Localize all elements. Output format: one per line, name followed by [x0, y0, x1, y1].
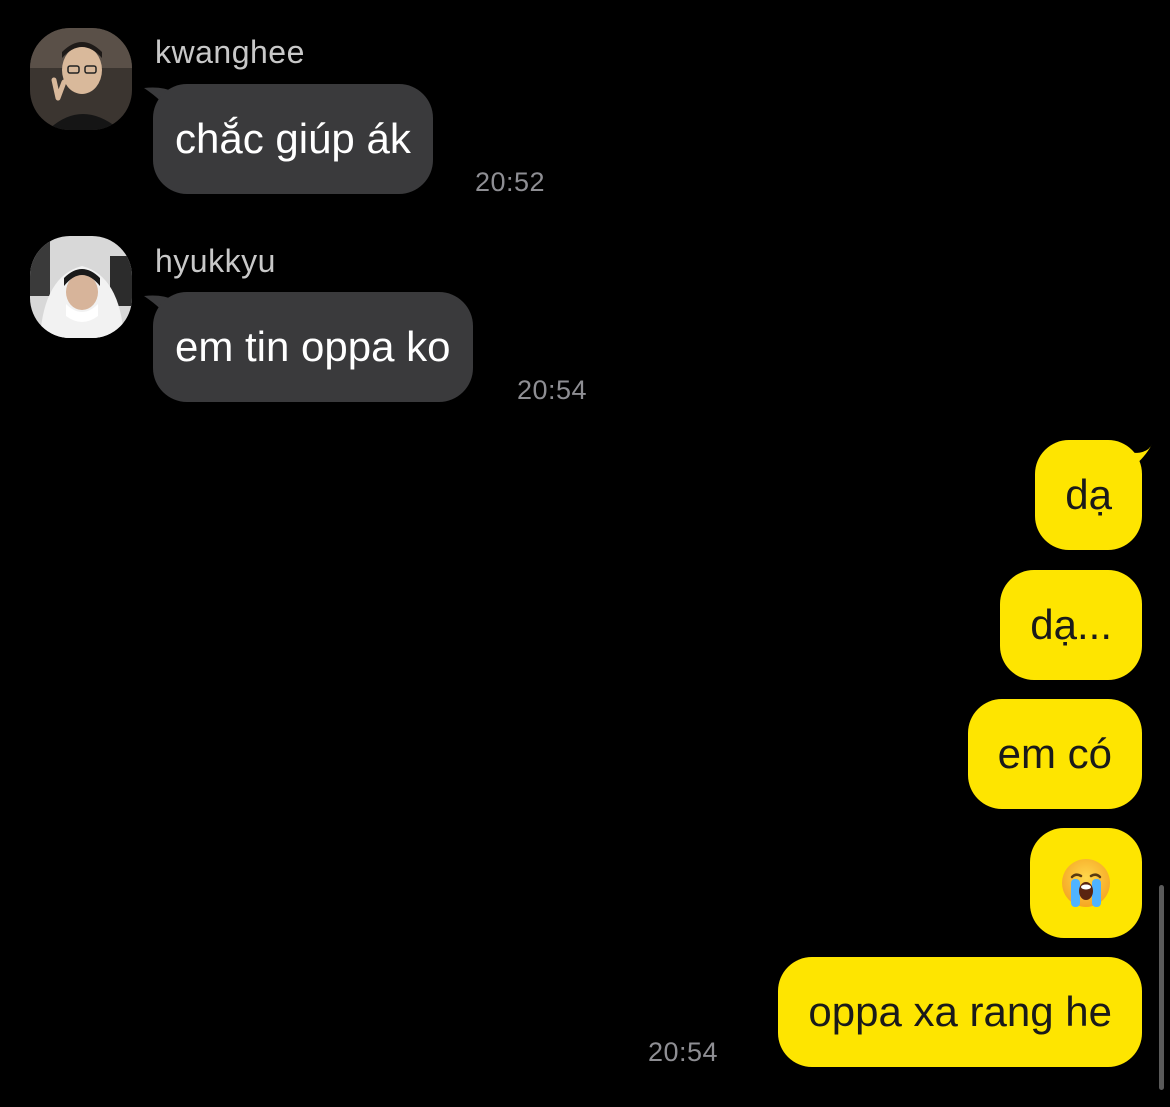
- profile-photo-icon: [30, 236, 132, 338]
- incoming-message[interactable]: em tin oppa ko: [153, 292, 473, 402]
- sender-name: kwanghee: [155, 34, 305, 70]
- loudly-crying-face-icon: [1062, 859, 1110, 907]
- outgoing-message[interactable]: oppa xa rang he: [778, 957, 1142, 1067]
- incoming-message[interactable]: chắc giúp ák: [153, 84, 433, 194]
- message-timestamp: 20:54: [517, 375, 588, 405]
- avatar-kwanghee[interactable]: [30, 28, 132, 130]
- avatar-hyukkyu[interactable]: [30, 236, 132, 338]
- message-timestamp: 20:54: [648, 1037, 719, 1067]
- scrollbar[interactable]: [1159, 885, 1164, 1090]
- message-text: em tin oppa ko: [175, 323, 451, 370]
- message-text: em có: [997, 730, 1112, 777]
- message-text: chắc giúp ák: [175, 115, 411, 162]
- outgoing-message[interactable]: [1030, 828, 1142, 938]
- message-timestamp: 20:52: [475, 167, 546, 197]
- message-text: dạ: [1065, 471, 1112, 518]
- outgoing-message[interactable]: dạ: [1035, 440, 1142, 550]
- message-text: dạ...: [1030, 601, 1112, 648]
- message-text: oppa xa rang he: [808, 988, 1112, 1035]
- outgoing-message[interactable]: em có: [967, 699, 1142, 809]
- profile-photo-icon: [30, 28, 132, 130]
- sender-name: hyukkyu: [155, 243, 276, 279]
- outgoing-message[interactable]: dạ...: [1000, 570, 1142, 680]
